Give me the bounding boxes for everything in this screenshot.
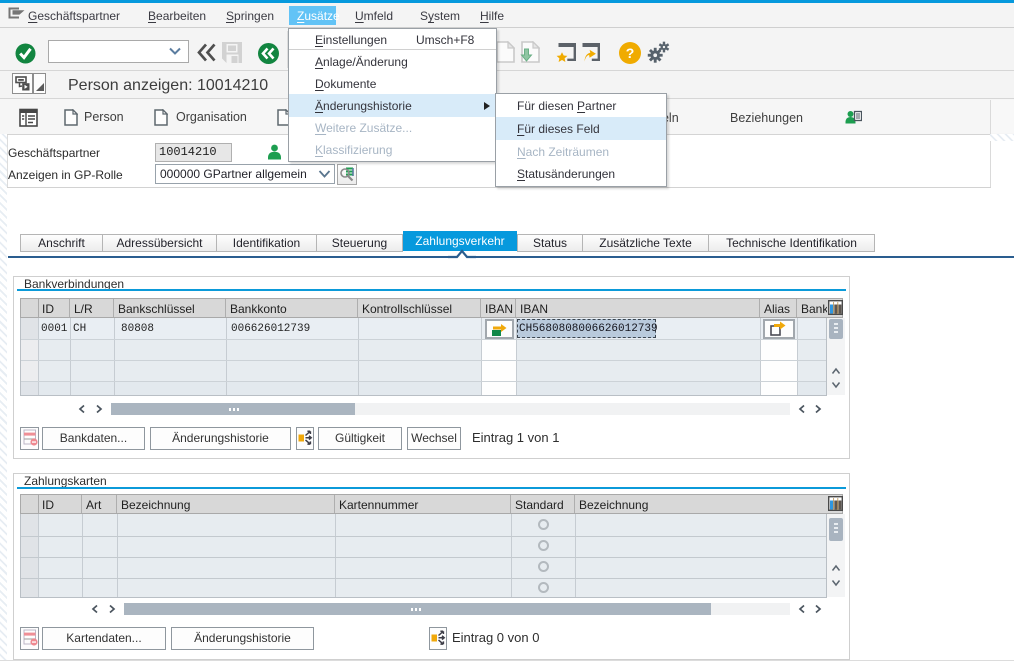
svg-text:?: ? bbox=[626, 45, 635, 61]
